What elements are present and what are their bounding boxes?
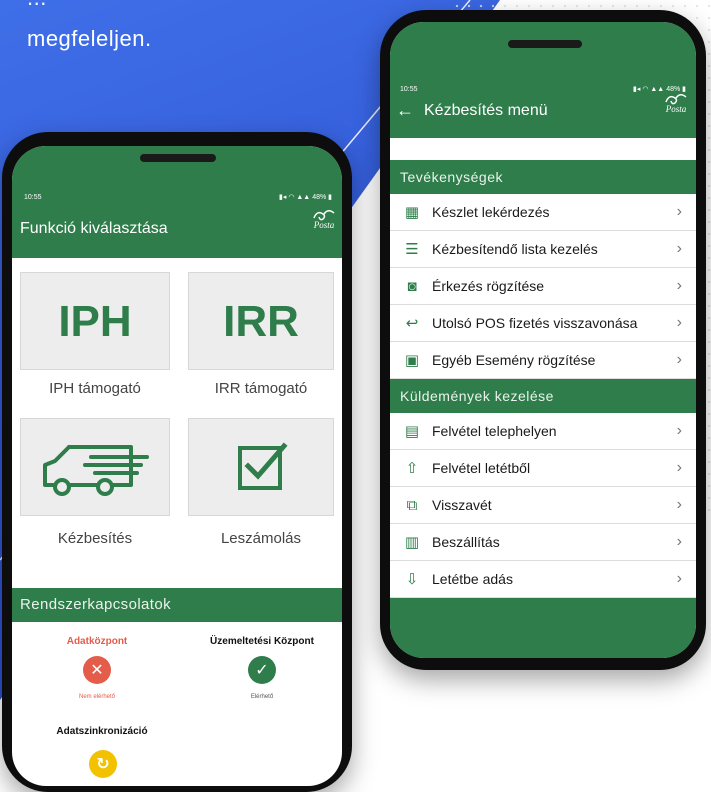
menu-item-deposit[interactable]: ⇩ Letétbe adás ›	[390, 561, 696, 598]
phone-notch	[508, 40, 582, 48]
arrival-icon: ◙	[407, 277, 417, 295]
spacer	[390, 138, 696, 160]
status-time: 10:55	[400, 85, 418, 93]
system-connections-header: Rendszerkapcsolatok	[12, 588, 342, 622]
menu-item-label: Utolsó POS fizetés visszavonása	[432, 315, 638, 331]
phone-left: 10:55 ▮◂ ◠ ▲▲ 48% ▮ Funkció kiválasztása…	[2, 132, 352, 792]
chevron-right-icon: ›	[676, 496, 682, 513]
chevron-right-icon: ›	[676, 422, 682, 439]
chevron-right-icon: ›	[676, 277, 682, 294]
status-bar: 10:55 ▮◂ ◠ ▲▲ 48% ▮	[16, 188, 340, 206]
download-icon: ⇩	[405, 571, 419, 588]
delivery-icon: ▥	[404, 534, 420, 551]
phone-right: 10:55 ▮◂ ◠ ▲▲ 48% ▮ ← Kézbesítés menü Po…	[380, 10, 706, 670]
chevron-right-icon: ›	[676, 314, 682, 331]
hero-line-2: megfeleljen.	[27, 26, 152, 51]
system-datacenter-name: Adatközpont	[66, 636, 128, 647]
inventory-icon: ▦	[404, 204, 420, 221]
chevron-right-icon: ›	[676, 240, 682, 257]
menu-item-other-event[interactable]: ▣ Egyéb Esemény rögzítése ›	[390, 342, 696, 379]
section-shipments: Küldemények kezelése	[390, 379, 696, 413]
posta-logo-text: Posta	[313, 220, 335, 230]
app-header: 10:55 ▮◂ ◠ ▲▲ 48% ▮ ← Kézbesítés menü Po…	[390, 22, 696, 138]
return-icon: ⧉	[406, 496, 418, 514]
menu-item-label: Felvétel telephelyen	[432, 423, 557, 439]
app-header: 10:55 ▮◂ ◠ ▲▲ 48% ▮ Funkció kiválasztása…	[12, 146, 342, 258]
status-bar: 10:55 ▮◂ ◠ ▲▲ 48% ▮	[392, 80, 694, 98]
upload-icon: ⇧	[405, 460, 419, 477]
battery-level: 48%	[312, 194, 327, 201]
event-icon: ▣	[404, 352, 420, 369]
system-datacenter-status: Nem elérhető	[78, 694, 116, 700]
system-operations-name: Üzemeltetési Központ	[210, 636, 314, 647]
tile-irr-code: IRR	[223, 297, 299, 346]
tile-irr[interactable]: IRR	[188, 272, 334, 370]
undo-icon: ↩	[405, 315, 419, 332]
tile-delivery[interactable]	[20, 418, 170, 516]
chevron-right-icon: ›	[676, 203, 682, 220]
menu-item-stock-query[interactable]: ▦ Készlet lekérdezés ›	[390, 194, 696, 231]
phone-notch	[140, 154, 216, 162]
menu-item-label: Felvétel letétből	[432, 460, 531, 476]
menu-item-label: Kézbesítendő lista kezelés	[432, 241, 598, 257]
menu-item-label: Érkezés rögzítése	[432, 278, 545, 294]
menu-item-delivery-list[interactable]: ☰ Kézbesítendő lista kezelés ›	[390, 231, 696, 268]
menu-item-delivery-in[interactable]: ▥ Beszállítás ›	[390, 524, 696, 561]
menu-item-label: Egyéb Esemény rögzítése	[432, 352, 596, 368]
status-time: 10:55	[24, 193, 42, 201]
posta-logo: Posta	[308, 208, 340, 238]
chevron-right-icon: ›	[676, 570, 682, 587]
truck-icon	[43, 445, 149, 496]
site-icon: ▤	[404, 423, 420, 440]
posta-logo: Posta	[660, 92, 692, 122]
list-icon: ☰	[405, 241, 419, 258]
menu-item-arrival[interactable]: ◙ Érkezés rögzítése ›	[390, 268, 696, 305]
status-icons: ▮◂ ◠ ▲▲ 48% ▮	[279, 194, 332, 201]
tile-iph[interactable]: IPH	[20, 272, 170, 370]
menu-item-pickup-deposit[interactable]: ⇧ Felvétel letétből ›	[390, 450, 696, 487]
chevron-right-icon: ›	[676, 459, 682, 476]
chevron-right-icon: ›	[676, 533, 682, 550]
function-grid: IPH IPH támogató IRR IRR támogató Kézbes…	[12, 258, 342, 578]
menu-item-return[interactable]: ⧉ Visszavét ›	[390, 487, 696, 524]
footer-bar	[390, 598, 696, 658]
chevron-right-icon: ›	[676, 351, 682, 368]
posta-logo-text: Posta	[665, 104, 687, 114]
tile-iph-label: IPH támogató	[49, 380, 141, 397]
menu-item-label: Visszavét	[432, 497, 492, 513]
phone-right-screen: 10:55 ▮◂ ◠ ▲▲ 48% ▮ ← Kézbesítés menü Po…	[390, 22, 696, 658]
tile-delivery-label: Kézbesítés	[57, 530, 133, 547]
menu-item-label: Beszállítás	[432, 534, 500, 550]
page-header: ← Kézbesítés menü	[396, 100, 548, 121]
tile-iph-code: IPH	[58, 297, 132, 346]
tile-irr-label: IRR támogató	[214, 380, 308, 397]
system-sync-name: Adatszinkronizáció	[56, 726, 148, 737]
tile-settlement-label: Leszámolás	[220, 530, 302, 547]
back-arrow-icon[interactable]: ←	[396, 100, 414, 121]
system-operations-status: Elérhető	[250, 694, 274, 700]
phone-left-screen: 10:55 ▮◂ ◠ ▲▲ 48% ▮ Funkció kiválasztása…	[12, 146, 342, 786]
hero-line-1: ...	[27, 0, 47, 12]
close-icon: ✕	[83, 656, 111, 684]
menu-item-label: Készlet lekérdezés	[432, 204, 550, 220]
check-circle-icon: ✓	[248, 656, 276, 684]
sync-icon: ↻	[89, 750, 117, 778]
tile-settlement[interactable]	[188, 418, 334, 516]
page-title: Funkció kiválasztása	[20, 220, 168, 237]
checkbox-icon	[238, 442, 288, 490]
section-activities: Tevékenységek	[390, 160, 696, 194]
menu-item-label: Letétbe adás	[432, 571, 513, 587]
menu-item-pickup-site[interactable]: ▤ Felvétel telephelyen ›	[390, 413, 696, 450]
page-title: Kézbesítés menü	[424, 101, 548, 119]
menu-item-pos-undo[interactable]: ↩ Utolsó POS fizetés visszavonása ›	[390, 305, 696, 342]
